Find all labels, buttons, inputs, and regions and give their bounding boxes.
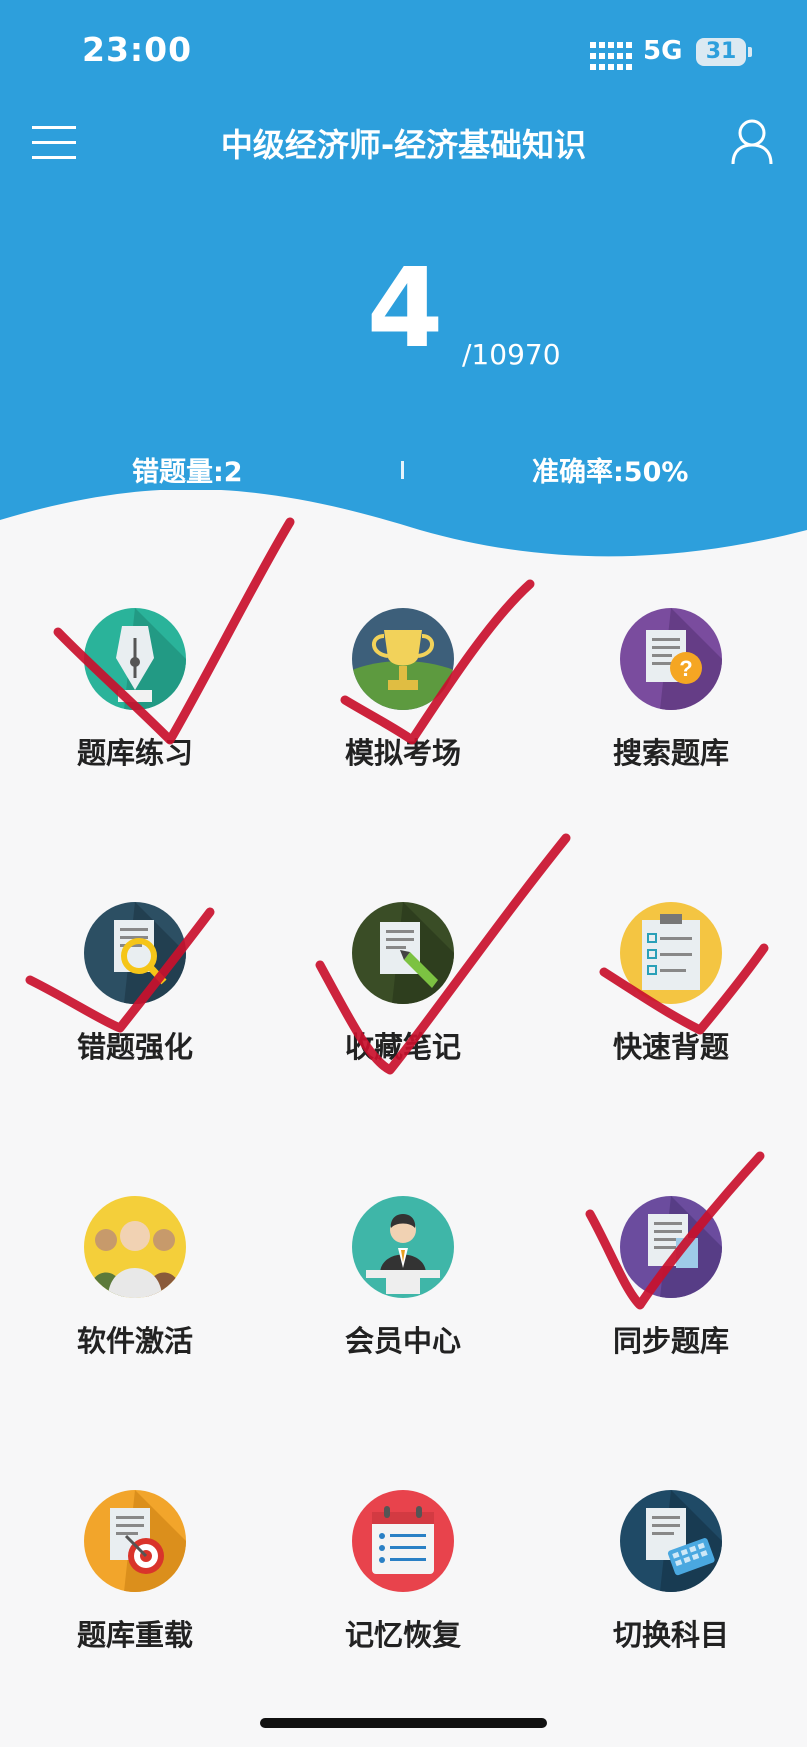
grid-item-reload-bank[interactable]: 题库重载 (34, 1490, 234, 1690)
grid-item-mock-exam[interactable]: 模拟考场 (302, 608, 502, 808)
grid-item-sync-bank[interactable]: 同步题库 (570, 1196, 770, 1396)
grid-item-search-bank[interactable]: ? 搜索题库 (570, 608, 770, 808)
grid-label: 快速背题 (612, 1030, 729, 1064)
sync-document-icon (620, 1196, 722, 1298)
header-wave (0, 490, 807, 590)
keyboard-document-icon (620, 1490, 722, 1592)
target-document-icon (84, 1490, 186, 1592)
search-question-icon: ? (620, 608, 722, 710)
wrong-count[interactable]: 错题量:2 (132, 450, 243, 489)
app-title: 中级经济师-经济基础知识 (220, 126, 587, 164)
grid-item-quick-review[interactable]: 快速背题 (570, 902, 770, 1102)
grid-item-switch-subject[interactable]: 切换科目 (570, 1490, 770, 1690)
done-count: 4 (366, 244, 444, 372)
signal-icon (590, 42, 632, 70)
grid-label: 会员中心 (344, 1324, 461, 1358)
grid-label: 错题强化 (76, 1030, 193, 1064)
grid-label: 记忆恢复 (344, 1618, 461, 1652)
status-time: 23:00 (82, 30, 193, 69)
grid-item-mistakes[interactable]: 错题强化 (34, 902, 234, 1102)
accuracy-rate: 准确率:50% (532, 457, 689, 488)
grid-label: 软件激活 (76, 1324, 193, 1358)
pen-nib-icon (84, 608, 186, 710)
user-icon[interactable] (730, 118, 774, 166)
member-avatar-icon (352, 1196, 454, 1298)
network-label: 5G (643, 36, 683, 66)
trophy-icon (352, 608, 454, 710)
grid-label: 模拟考场 (344, 736, 461, 770)
svg-text:?: ? (679, 656, 692, 681)
note-pen-icon (352, 902, 454, 1004)
grid-item-favorites[interactable]: 收藏笔记 (302, 902, 502, 1102)
grid-label: 题库重载 (76, 1618, 193, 1652)
magnifier-document-icon (84, 902, 186, 1004)
stat-divider (401, 461, 404, 479)
total-count: /10970 (462, 338, 561, 371)
home-indicator[interactable] (260, 1718, 547, 1728)
grid-item-member-center[interactable]: 会员中心 (302, 1196, 502, 1396)
battery-tip (748, 47, 752, 57)
grid-item-memory-restore[interactable]: 记忆恢复 (302, 1490, 502, 1690)
grid-label: 搜索题库 (612, 736, 729, 770)
checklist-clipboard-icon (620, 902, 722, 1004)
grid-label: 题库练习 (76, 736, 193, 770)
calendar-list-icon (352, 1490, 454, 1592)
grid-label: 收藏笔记 (344, 1030, 461, 1064)
grid-item-practice[interactable]: 题库练习 (34, 608, 234, 808)
status-bar: 23:00 5G 31 (0, 0, 807, 100)
grid-label: 同步题库 (612, 1324, 729, 1358)
grid-item-activate[interactable]: 软件激活 (34, 1196, 234, 1396)
battery-icon: 31 (696, 38, 746, 66)
grid-label: 切换科目 (612, 1618, 729, 1652)
people-group-icon (84, 1196, 186, 1298)
